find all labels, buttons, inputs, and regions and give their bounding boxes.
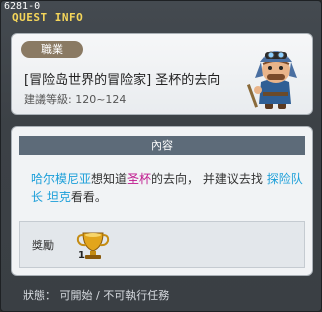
npc-name-link[interactable]: 哈尔模尼亚 (31, 172, 91, 186)
category-badge: 職業 (21, 41, 83, 58)
reward-label: 獎勵 (32, 239, 54, 252)
quest-summary-panel: 職業 [冒险岛世界的冒险家] 圣杯的去向 建議等級: 120~124 (11, 33, 313, 115)
quest-name: [冒险岛世界的冒险家] 圣杯的去向 (24, 73, 221, 88)
description-text: 想知道 (91, 172, 128, 186)
quest-description: 哈尔模尼亚想知道圣杯的去向， 并建议去找 探险队长 坦克看看。 (31, 170, 303, 206)
description-text: 的去向， 并建议去找 (151, 172, 267, 186)
reward-box: 獎勵 1 (19, 221, 305, 268)
window-title: QUEST INFO (12, 11, 84, 24)
item-name-highlight: 圣杯 (127, 172, 152, 186)
reward-count: 1 (78, 250, 85, 261)
content-header: 內容 (19, 136, 305, 155)
quest-status: 狀態： 可開始 / 不可執行任務 (23, 289, 170, 302)
explorer-npc-portrait-icon (246, 51, 297, 109)
recommended-level: 建議等級: 120~124 (24, 93, 127, 106)
description-text: 看看。 (70, 190, 107, 204)
quest-info-window: 6281-0 QUEST INFO 職業 [冒险岛世界的冒险家] 圣杯的去向 建… (0, 0, 322, 312)
quest-content-panel: 內容 哈尔模尼亚想知道圣杯的去向， 并建议去找 探险队长 坦克看看。 獎勵 1 (11, 126, 313, 276)
